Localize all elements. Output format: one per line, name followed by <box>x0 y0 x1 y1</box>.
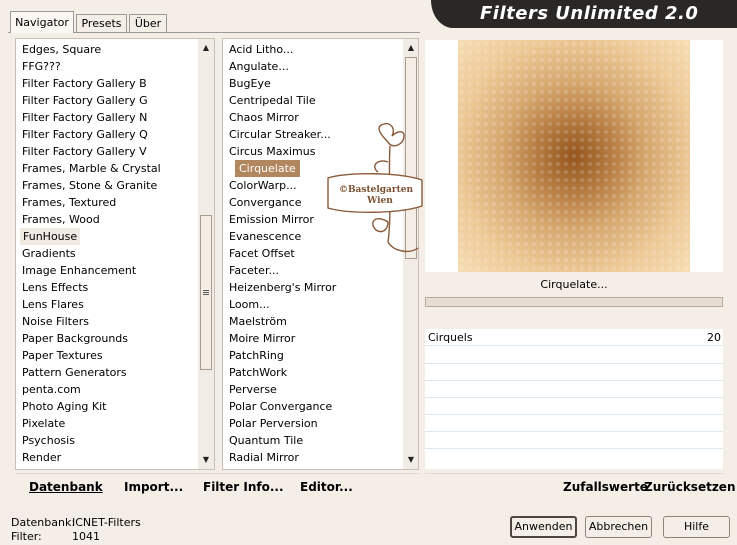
scroll-up-arrow-icon[interactable]: ▲ <box>199 41 213 55</box>
filter-list-item[interactable]: Facet Offset <box>229 245 295 262</box>
param-value[interactable]: 20 <box>703 331 721 344</box>
category-list-item[interactable]: Filter Factory Gallery G <box>22 92 148 109</box>
category-list-item[interactable]: Frames, Stone & Granite <box>22 177 157 194</box>
banner-title: Filters Unlimited 2.0 <box>480 3 699 24</box>
scroll-up-arrow-icon[interactable]: ▲ <box>404 41 418 55</box>
filter-scrollbar[interactable]: ▲ ▼ <box>403 39 418 469</box>
filter-list[interactable]: Acid Litho... Angulate... BugEye Centripeda… <box>222 38 419 470</box>
filter-count-label: Filter: <box>11 530 42 543</box>
category-list-item[interactable]: Noise Filters <box>22 313 89 330</box>
category-list-item[interactable]: FunHouse <box>20 228 81 245</box>
category-scroll-thumb[interactable] <box>200 215 212 370</box>
filter-list-item[interactable]: Acid Litho... <box>229 41 293 58</box>
category-list-item[interactable]: penta.com <box>22 381 81 398</box>
help-button[interactable]: Hilfe <box>663 516 730 538</box>
category-list-item[interactable]: Psychosis <box>22 432 75 449</box>
progress-bar <box>425 297 723 307</box>
category-list-item[interactable]: Frames, Textured <box>22 194 116 211</box>
filter-scroll-thumb[interactable] <box>405 57 417 259</box>
filter-list-item[interactable]: Evanescence <box>229 228 301 245</box>
filter-list-item[interactable]: Quantum Tile <box>229 432 303 449</box>
tab-navigator[interactable]: Navigator <box>10 11 74 33</box>
param-name: Cirquels <box>428 331 473 344</box>
selected-filter-title: Cirquelate... <box>425 274 723 296</box>
category-list-item[interactable]: Frames, Wood <box>22 211 100 228</box>
cancel-button[interactable]: Abbrechen <box>585 516 652 538</box>
filter-list-item[interactable]: Heizenberg's Mirror <box>229 279 336 296</box>
category-list-item[interactable]: FFG??? <box>22 58 61 75</box>
filter-list-item[interactable]: Perverse <box>229 381 277 398</box>
right-toolbar: Zufallswerte Zurücksetzen <box>425 473 735 498</box>
filter-list-item[interactable]: Circular Streaker... <box>229 126 331 143</box>
filter-list-item[interactable]: Polar Convergance <box>229 398 332 415</box>
scroll-down-arrow-icon[interactable]: ▼ <box>404 453 418 467</box>
database-value: ICNET-Filters <box>72 516 141 529</box>
apply-button[interactable]: Anwenden <box>510 516 577 538</box>
category-list-item[interactable]: Image Enhancement <box>22 262 136 279</box>
filter-list-item[interactable]: PatchWork <box>229 364 287 381</box>
category-list-item[interactable]: Pixelate <box>22 415 65 432</box>
category-list-item[interactable]: Filter Factory Gallery B <box>22 75 147 92</box>
category-list-item[interactable]: Filter Factory Gallery N <box>22 109 147 126</box>
category-scrollbar[interactable]: ▲ ▼ <box>198 39 214 469</box>
category-list-item[interactable]: Gradients <box>22 245 76 262</box>
category-list-item[interactable]: Filter Factory Gallery V <box>22 143 147 160</box>
parameter-panel: Cirquels 20 <box>425 329 723 469</box>
editor-button[interactable]: Editor... <box>300 480 353 494</box>
category-list-item[interactable]: Lens Effects <box>22 279 88 296</box>
scroll-down-arrow-icon[interactable]: ▼ <box>199 453 213 467</box>
category-list-item[interactable]: Edges, Square <box>22 41 101 58</box>
filter-list-item[interactable]: Emission Mirror <box>229 211 314 228</box>
reset-button[interactable]: Zurücksetzen <box>644 480 735 494</box>
filter-list-item[interactable]: Radial Mirror <box>229 449 299 466</box>
filter-list-item[interactable]: Angulate... <box>229 58 289 75</box>
filter-list-item[interactable]: Loom... <box>229 296 270 313</box>
filter-list-item[interactable]: BugEye <box>229 75 271 92</box>
category-list-item[interactable]: Paper Textures <box>22 347 103 364</box>
filter-list-item[interactable]: Centripedal Tile <box>229 92 316 109</box>
tab-uber[interactable]: Über <box>129 14 167 32</box>
database-label: Datenbank: <box>11 516 76 529</box>
category-list[interactable]: Edges, Square FFG??? Filter Factory Galler… <box>15 38 215 470</box>
category-list-item[interactable]: Photo Aging Kit <box>22 398 106 415</box>
filter-list-item[interactable]: Chaos Mirror <box>229 109 299 126</box>
filter-list-item[interactable]: Faceter... <box>229 262 279 279</box>
category-list-item[interactable]: Paper Backgrounds <box>22 330 128 347</box>
category-list-item[interactable]: Filter Factory Gallery Q <box>22 126 148 143</box>
preview-image <box>458 40 690 272</box>
randomize-button[interactable]: Zufallswerte <box>563 480 648 494</box>
filter-list-item[interactable]: Moire Mirror <box>229 330 295 347</box>
left-toolbar: Datenbank Import... Filter Info... Edito… <box>15 473 419 498</box>
filter-list-item[interactable]: ColorWarp... <box>229 177 297 194</box>
filter-list-item[interactable]: Polar Perversion <box>229 415 318 432</box>
datenbank-button[interactable]: Datenbank <box>29 480 103 494</box>
tab-presets[interactable]: Presets <box>76 14 127 32</box>
filter-list-item[interactable]: PatchRing <box>229 347 284 364</box>
filter-count-value: 1041 <box>72 530 100 543</box>
filter-list-item[interactable]: Cirquelate <box>235 160 300 177</box>
import-button[interactable]: Import... <box>124 480 183 494</box>
category-list-item[interactable]: Frames, Marble & Crystal <box>22 160 161 177</box>
category-list-item[interactable]: Render <box>22 449 61 466</box>
filter-list-item[interactable]: Maelström <box>229 313 287 330</box>
filter-list-item[interactable]: Circus Maximus <box>229 143 315 160</box>
category-list-item[interactable]: Lens Flares <box>22 296 84 313</box>
category-list-item[interactable]: Pattern Generators <box>22 364 127 381</box>
filter-info-button[interactable]: Filter Info... <box>203 480 284 494</box>
filter-list-item[interactable]: Convergance <box>229 194 302 211</box>
